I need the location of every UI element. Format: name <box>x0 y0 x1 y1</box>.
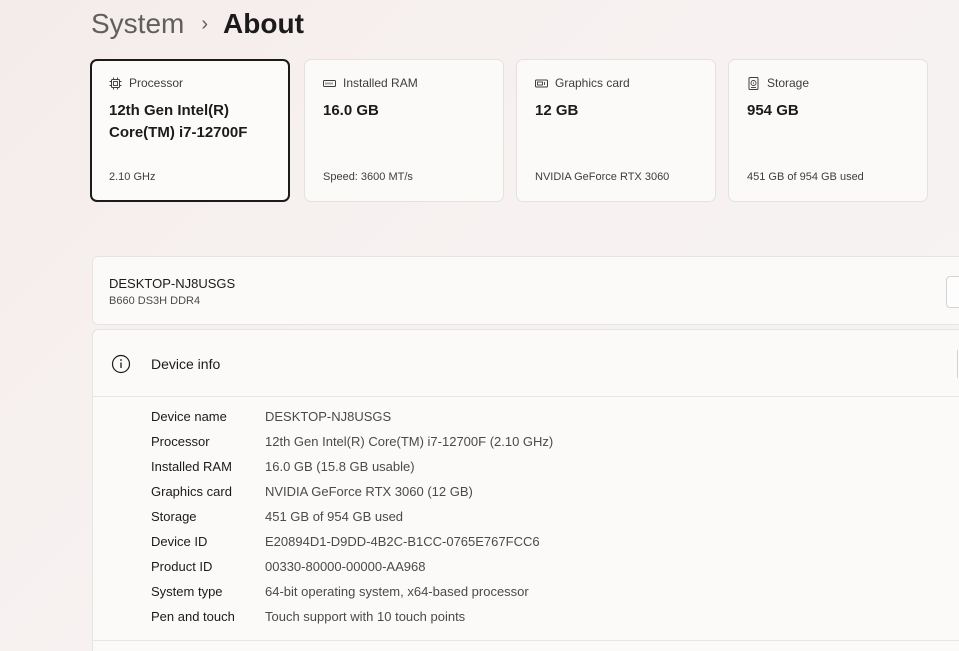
device-info-header[interactable]: Device info <box>93 330 959 397</box>
spec-value: 12th Gen Intel(R) Core(TM) i7-12700F (2.… <box>265 434 554 449</box>
breadcrumb-chevron-icon: › <box>201 13 209 35</box>
spec-label: Installed RAM <box>151 459 232 474</box>
breadcrumb: System › About <box>91 6 304 42</box>
storage-card-value: 954 GB <box>747 102 799 119</box>
processor-card-sub: 2.10 GHz <box>109 171 156 183</box>
processor-card-label: Processor <box>129 76 184 90</box>
ram-icon <box>323 77 336 90</box>
gpu-icon <box>535 77 548 90</box>
device-board: B660 DS3H DDR4 <box>109 295 201 307</box>
storage-card-label: Storage <box>767 76 810 90</box>
spec-cards: Processor 12th Gen Intel(R) Core(TM) i7-… <box>90 59 930 203</box>
spec-label: Storage <box>151 509 197 524</box>
rename-button[interactable] <box>946 276 959 308</box>
graphics-card-label: Graphics card <box>555 76 630 90</box>
device-name: DESKTOP-NJ8USGS <box>109 276 236 291</box>
page-title: About <box>223 8 304 39</box>
spec-label: Graphics card <box>151 484 232 499</box>
storage-icon <box>747 76 760 90</box>
spec-value: DESKTOP-NJ8USGS <box>265 409 392 424</box>
spec-label: Device ID <box>151 534 208 549</box>
spec-value: 451 GB of 954 GB used <box>265 509 404 524</box>
processor-card-value: 12th Gen Intel(R) Core(TM) i7-12700F <box>109 102 248 141</box>
spec-value: Touch support with 10 touch points <box>265 609 466 624</box>
breadcrumb-system-link[interactable]: System <box>91 6 184 42</box>
ram-card-label: Installed RAM <box>343 76 418 90</box>
spec-value: 16.0 GB (15.8 GB usable) <box>265 459 415 474</box>
spec-label: Product ID <box>151 559 213 574</box>
cpu-icon <box>109 77 122 90</box>
ram-card-sub: Speed: 3600 MT/s <box>323 171 413 183</box>
device-name-panel: DESKTOP-NJ8USGS B660 DS3H DDR4 <box>92 256 959 325</box>
storage-card[interactable]: Storage 954 GB 451 GB of 954 GB used <box>728 59 928 202</box>
spec-value: 00330-80000-00000-AA968 <box>265 559 426 574</box>
spec-label: System type <box>151 584 223 599</box>
processor-card[interactable]: Processor 12th Gen Intel(R) Core(TM) i7-… <box>90 59 290 202</box>
device-info-panel: Device info Device name DESKTOP-NJ8USGS … <box>92 329 959 651</box>
ram-card-value: 16.0 GB <box>323 102 379 119</box>
spec-label: Processor <box>151 434 210 449</box>
spec-value: E20894D1-D9DD-4B2C-B1CC-0765E767FCC6 <box>265 534 540 549</box>
spec-label: Device name <box>151 409 227 424</box>
divider <box>93 640 959 641</box>
spec-label: Pen and touch <box>151 609 235 624</box>
ram-card[interactable]: Installed RAM 16.0 GB Speed: 3600 MT/s <box>304 59 504 202</box>
graphics-card-sub: NVIDIA GeForce RTX 3060 <box>535 171 670 183</box>
spec-value: NVIDIA GeForce RTX 3060 (12 GB) <box>265 484 473 499</box>
graphics-card-value: 12 GB <box>535 102 579 119</box>
graphics-card[interactable]: Graphics card 12 GB NVIDIA GeForce RTX 3… <box>516 59 716 202</box>
storage-card-sub: 451 GB of 954 GB used <box>747 171 864 183</box>
device-info-title: Device info <box>151 356 221 372</box>
info-icon <box>111 354 131 374</box>
spec-value: 64-bit operating system, x64-based proce… <box>265 584 529 599</box>
